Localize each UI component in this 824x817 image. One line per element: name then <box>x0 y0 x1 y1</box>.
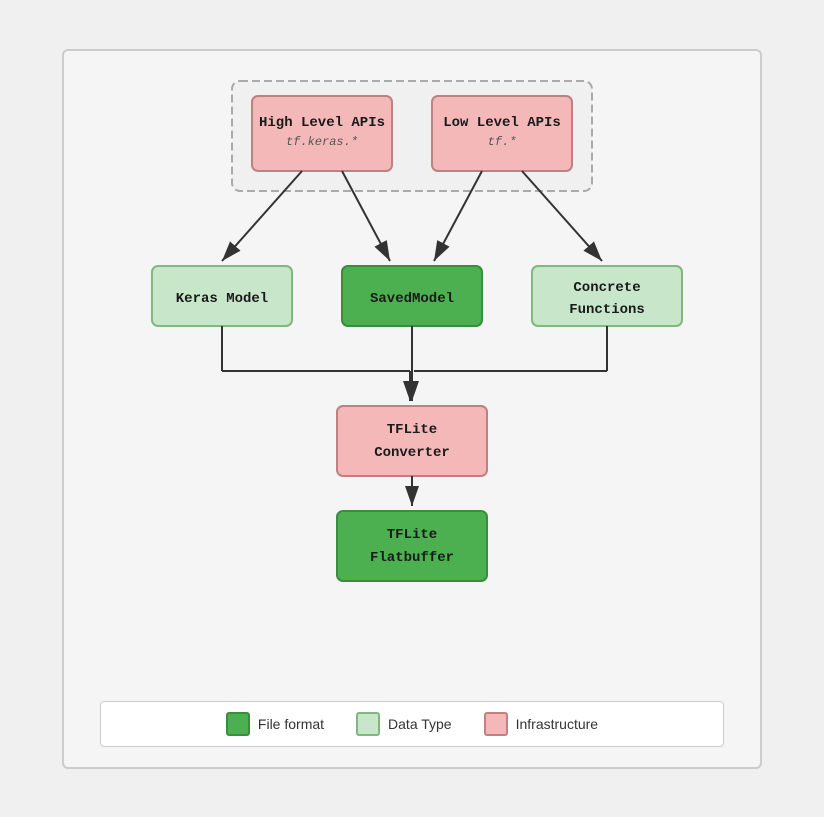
legend-data-type-box <box>356 712 380 736</box>
keras-model-label: Keras Model <box>176 291 268 307</box>
low-level-apis-subtitle: tf.* <box>488 135 517 149</box>
legend-file-format: File format <box>226 712 324 736</box>
high-level-apis-subtitle: tf.keras.* <box>286 135 358 149</box>
concrete-functions-label-2: Functions <box>569 302 645 318</box>
high-level-apis-box <box>252 96 392 171</box>
main-container: High Level APIs tf.keras.* Low Level API… <box>62 49 762 769</box>
legend-infrastructure: Infrastructure <box>484 712 598 736</box>
diagram-area: High Level APIs tf.keras.* Low Level API… <box>84 71 740 683</box>
tflite-flatbuffer-box <box>337 511 487 581</box>
concrete-functions-label-1: Concrete <box>573 280 640 296</box>
low-level-apis-box <box>432 96 572 171</box>
tflite-converter-label-2: Converter <box>374 445 450 461</box>
tflite-flatbuffer-label-2: Flatbuffer <box>370 550 454 566</box>
diagram-svg: High Level APIs tf.keras.* Low Level API… <box>92 71 732 631</box>
low-level-apis-title: Low Level APIs <box>443 115 561 131</box>
tflite-converter-label-1: TFLite <box>387 422 437 438</box>
legend-data-type: Data Type <box>356 712 452 736</box>
legend-infrastructure-box <box>484 712 508 736</box>
legend-infrastructure-label: Infrastructure <box>516 716 598 732</box>
legend-file-format-box <box>226 712 250 736</box>
legend: File format Data Type Infrastructure <box>100 701 723 747</box>
tflite-converter-box <box>337 406 487 476</box>
legend-data-type-label: Data Type <box>388 716 452 732</box>
tflite-flatbuffer-label-1: TFLite <box>387 527 437 543</box>
legend-file-format-label: File format <box>258 716 324 732</box>
high-level-apis-title: High Level APIs <box>259 115 385 131</box>
saved-model-label: SavedModel <box>370 291 454 307</box>
